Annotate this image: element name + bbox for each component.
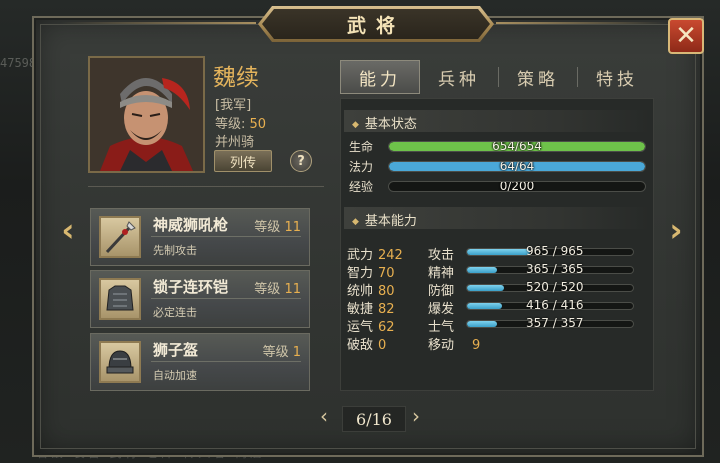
- title-wing-left: [60, 22, 256, 24]
- equip-slot-weapon[interactable]: 神威狮吼枪 等级 11 先制攻击: [90, 208, 310, 266]
- page-prev-button[interactable]: ‹: [320, 404, 328, 428]
- attack-value: 965 / 965: [526, 244, 584, 258]
- hp-bar: 654/654: [388, 141, 646, 152]
- title-wing-right: [496, 22, 666, 24]
- stat-label-exp: 经验: [349, 180, 374, 194]
- equip-name: 狮子盔: [153, 341, 199, 359]
- help-button[interactable]: ?: [290, 150, 312, 172]
- close-x-icon: ✕: [675, 21, 697, 51]
- stat-label-defense: 防御: [428, 284, 455, 299]
- equip-level: 等级 11: [254, 220, 301, 235]
- tab-bar: 能力 兵种 策略 特技: [340, 60, 656, 94]
- stat-label-attack: 攻击: [428, 248, 455, 263]
- left-divider: [88, 186, 324, 187]
- exp-bar-text: 0/200: [499, 181, 535, 192]
- hero-faction: [我军]: [215, 98, 252, 113]
- equip-name: 锁子连环铠: [153, 278, 229, 296]
- hero-level-value: 50: [249, 117, 267, 132]
- next-hero-arrow[interactable]: ›: [664, 211, 688, 249]
- tab-troops[interactable]: 兵种: [420, 60, 498, 94]
- equip-desc: 必定连击: [153, 306, 197, 319]
- morale-value: 357 / 357: [526, 316, 584, 330]
- basic-status-title: 基本状态: [352, 113, 417, 132]
- title-plate: 武将: [258, 6, 494, 42]
- defense-value: 520 / 520: [526, 280, 584, 294]
- exp-bar: 0/200: [388, 181, 646, 192]
- window-title: 武将: [346, 14, 405, 37]
- background-number: 47598: [0, 56, 37, 70]
- stat-label-burst: 爆发: [428, 302, 455, 317]
- armor-icon: [99, 278, 141, 320]
- hero-unit-type: 并州骑: [215, 135, 255, 150]
- close-button[interactable]: ✕: [668, 18, 704, 54]
- equip-slot-armor[interactable]: 锁子连环铠 等级 11 必定连击: [90, 270, 310, 328]
- hero-level: 等级: 50: [215, 113, 266, 132]
- prev-hero-arrow[interactable]: ‹: [56, 211, 80, 249]
- tab-ability[interactable]: 能力: [340, 60, 420, 94]
- stat-label-morale: 士气: [428, 320, 455, 335]
- attr-intelligence: 智力 70: [347, 266, 395, 281]
- hero-portrait: [88, 56, 205, 173]
- equip-level: 等级 1: [262, 345, 301, 360]
- mp-bar: 64/64: [388, 161, 646, 172]
- basic-ability-title: 基本能力: [352, 210, 417, 229]
- tab-strategy[interactable]: 策略: [499, 60, 577, 94]
- bio-button[interactable]: 列传: [214, 150, 272, 172]
- page-indicator: 6/16: [342, 406, 406, 432]
- mp-bar-text: 64/64: [499, 161, 535, 172]
- stat-move: 移动 9: [428, 338, 481, 353]
- page-next-button[interactable]: ›: [412, 404, 420, 428]
- stat-label-spirit: 精神: [428, 266, 455, 281]
- spirit-value: 365 / 365: [526, 262, 584, 276]
- burst-value: 416 / 416: [526, 298, 584, 312]
- hp-bar-text: 654/654: [492, 141, 542, 152]
- attr-leadership: 统帅 80: [347, 284, 395, 299]
- attr-strength: 武力 242: [347, 248, 403, 263]
- equip-name: 神威狮吼枪: [153, 216, 229, 234]
- stat-label-mp: 法力: [349, 160, 374, 174]
- equip-desc: 自动加速: [153, 369, 197, 382]
- hero-level-label: 等级:: [215, 117, 246, 132]
- attr-luck: 运气 62: [347, 320, 395, 335]
- attr-breakthrough: 破敌 0: [347, 338, 387, 353]
- spear-icon: [99, 216, 141, 258]
- attr-agility: 敏捷 82: [347, 302, 395, 317]
- tab-skills[interactable]: 特技: [578, 60, 656, 94]
- equip-desc: 先制攻击: [153, 244, 197, 257]
- equip-level: 等级 11: [254, 282, 301, 297]
- stat-label-hp: 生命: [349, 140, 374, 154]
- equip-slot-helmet[interactable]: 狮子盔 等级 1 自动加速: [90, 333, 310, 391]
- helmet-icon: [99, 341, 141, 383]
- hero-name: 魏续: [213, 65, 259, 91]
